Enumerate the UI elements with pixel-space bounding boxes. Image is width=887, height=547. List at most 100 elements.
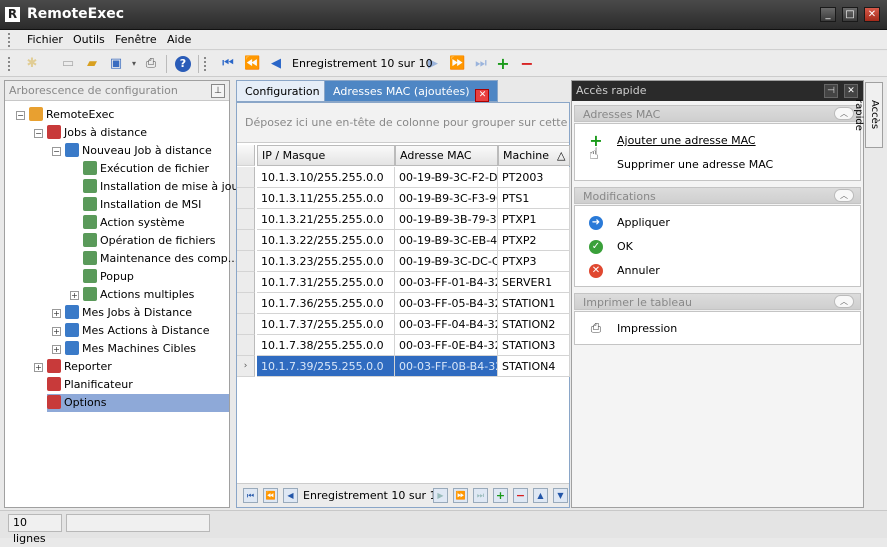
- add-mac-action[interactable]: + Ajouter une adresse MAC: [589, 132, 755, 150]
- menu-outils[interactable]: Outils: [73, 33, 105, 46]
- new-icon[interactable]: ✱: [24, 56, 40, 72]
- collapse-icon[interactable]: −: [52, 147, 61, 156]
- tree-item[interactable]: Actions multiples: [83, 286, 194, 304]
- grid-cell[interactable]: PTXP1: [498, 209, 570, 230]
- grid-cell[interactable]: 00-03-FF-01-B4-32: [395, 272, 498, 293]
- grid-cell[interactable]: PTS1: [498, 188, 570, 209]
- print-icon[interactable]: ⎙: [143, 56, 159, 72]
- tree-item[interactable]: Popup: [83, 268, 134, 286]
- expand-icon[interactable]: +: [52, 327, 61, 336]
- copy-icon[interactable]: ▭: [60, 56, 76, 72]
- minimize-button[interactable]: _: [820, 7, 836, 22]
- row-selector[interactable]: [237, 188, 255, 209]
- row-selector[interactable]: [237, 209, 255, 230]
- help-icon[interactable]: ?: [175, 56, 191, 72]
- grid-cell[interactable]: 00-03-FF-04-B4-32: [395, 314, 498, 335]
- grid-cell[interactable]: SERVER1: [498, 272, 570, 293]
- grid-cell[interactable]: 10.1.7.36/255.255.0.0: [257, 293, 395, 314]
- collapse-icon[interactable]: −: [16, 111, 25, 120]
- grid-cell[interactable]: 00-03-FF-0E-B4-32: [395, 335, 498, 356]
- collapse-icon[interactable]: ︿: [834, 295, 854, 308]
- nav-grip[interactable]: [204, 57, 207, 71]
- grid-prev-icon[interactable]: ◀: [283, 488, 298, 503]
- tree-item[interactable]: Jobs à distance: [47, 124, 147, 142]
- expand-icon[interactable]: +: [52, 345, 61, 354]
- grid-cell[interactable]: 00-19-B9-3C-EB-4E: [395, 230, 498, 251]
- column-header[interactable]: Adresse MAC: [395, 145, 498, 166]
- maximize-button[interactable]: □: [842, 7, 858, 22]
- tree-item[interactable]: Mes Jobs à Distance: [65, 304, 192, 322]
- tree-item[interactable]: Mes Machines Cibles: [65, 340, 196, 358]
- grid-cell[interactable]: 10.1.7.38/255.255.0.0: [257, 335, 395, 356]
- row-selector[interactable]: [237, 167, 255, 188]
- grid-cell[interactable]: 00-19-B9-3C-F3-96: [395, 188, 498, 209]
- print-action[interactable]: ⎙ Impression: [591, 320, 677, 338]
- grid-up-icon[interactable]: ▲: [533, 488, 548, 503]
- grid-prev-page-icon[interactable]: ⏪: [263, 488, 278, 503]
- toolbar-grip[interactable]: [8, 57, 11, 71]
- next-page-icon[interactable]: ⏩: [449, 56, 465, 72]
- save-dropdown-icon[interactable]: ▾: [126, 56, 142, 72]
- section-header-print[interactable]: Imprimer le tableau ︿: [574, 293, 861, 310]
- tree-item[interactable]: Maintenance des comp...: [83, 250, 238, 268]
- tree-item[interactable]: Opération de fichiers: [83, 232, 216, 250]
- open-folder-icon[interactable]: ▰: [84, 56, 100, 72]
- tree-item[interactable]: Action système: [83, 214, 184, 232]
- expand-icon[interactable]: +: [34, 363, 43, 372]
- first-record-icon[interactable]: ⏮: [220, 56, 236, 72]
- grid-next-icon[interactable]: ▶: [433, 488, 448, 503]
- row-selector[interactable]: [237, 314, 255, 335]
- tab-mac-addresses[interactable]: Adresses MAC (ajoutées) ✕: [324, 80, 499, 102]
- close-window-button[interactable]: ✕: [864, 7, 880, 22]
- grid-cell[interactable]: 10.1.7.31/255.255.0.0: [257, 272, 395, 293]
- grid-delete-icon[interactable]: −: [513, 488, 528, 503]
- grid-cell[interactable]: 10.1.3.22/255.255.0.0: [257, 230, 395, 251]
- delete-mac-action[interactable]: Supprimer une adresse MAC: [617, 156, 773, 174]
- tree-item[interactable]: Options: [47, 394, 229, 412]
- add-record-icon[interactable]: +: [495, 56, 511, 72]
- grid-cell[interactable]: 10.1.3.21/255.255.0.0: [257, 209, 395, 230]
- quick-access-side-tab[interactable]: Accès rapide: [853, 82, 883, 148]
- menu-grip[interactable]: [8, 33, 11, 47]
- grid-cell[interactable]: 10.1.3.23/255.255.0.0: [257, 251, 395, 272]
- grid-cell[interactable]: 00-03-FF-0B-B4-32: [395, 356, 498, 377]
- grid-last-icon[interactable]: ⏭: [473, 488, 488, 503]
- grid-cell[interactable]: 00-03-FF-05-B4-32: [395, 293, 498, 314]
- grid-cell[interactable]: 10.1.3.11/255.255.0.0: [257, 188, 395, 209]
- grid-first-icon[interactable]: ⏮: [243, 488, 258, 503]
- close-panel-icon[interactable]: ✕: [844, 84, 858, 98]
- close-tab-icon[interactable]: ✕: [475, 89, 490, 102]
- tree-item[interactable]: Installation de MSI: [83, 196, 201, 214]
- ok-action[interactable]: ✓ OK: [589, 238, 633, 256]
- grid-cell[interactable]: STATION4: [498, 356, 570, 377]
- tree-item[interactable]: Nouveau Job à distance: [65, 142, 212, 160]
- tree-item[interactable]: Exécution de fichier: [83, 160, 209, 178]
- row-selector[interactable]: [237, 272, 255, 293]
- expand-icon[interactable]: +: [52, 309, 61, 318]
- row-selector[interactable]: ›: [237, 356, 255, 377]
- section-header-modifications[interactable]: Modifications ︿: [574, 187, 861, 204]
- grid-cell[interactable]: PTXP3: [498, 251, 570, 272]
- grid-cell[interactable]: STATION3: [498, 335, 570, 356]
- grid-next-page-icon[interactable]: ⏩: [453, 488, 468, 503]
- grid-cell[interactable]: STATION2: [498, 314, 570, 335]
- delete-record-icon[interactable]: −: [519, 56, 535, 72]
- collapse-icon[interactable]: −: [34, 129, 43, 138]
- row-selector[interactable]: [237, 335, 255, 356]
- collapse-icon[interactable]: ︿: [834, 189, 854, 202]
- section-header-mac[interactable]: Adresses MAC ︿: [574, 105, 861, 122]
- row-selector[interactable]: [237, 293, 255, 314]
- menu-fichier[interactable]: Fichier: [27, 33, 63, 46]
- pin-icon[interactable]: ⊣: [824, 84, 838, 98]
- grid-cell[interactable]: 10.1.3.10/255.255.0.0: [257, 167, 395, 188]
- grid-add-icon[interactable]: +: [493, 488, 508, 503]
- grid-cell[interactable]: STATION1: [498, 293, 570, 314]
- expand-icon[interactable]: +: [70, 291, 79, 300]
- grid-cell[interactable]: PT2003: [498, 167, 570, 188]
- tree-item[interactable]: Planificateur: [47, 376, 133, 394]
- column-header[interactable]: IP / Masque: [257, 145, 395, 166]
- grid-cell[interactable]: PTXP2: [498, 230, 570, 251]
- grid-down-icon[interactable]: ▼: [553, 488, 568, 503]
- grid-cell[interactable]: 10.1.7.37/255.255.0.0: [257, 314, 395, 335]
- cancel-action[interactable]: ✕ Annuler: [589, 262, 660, 280]
